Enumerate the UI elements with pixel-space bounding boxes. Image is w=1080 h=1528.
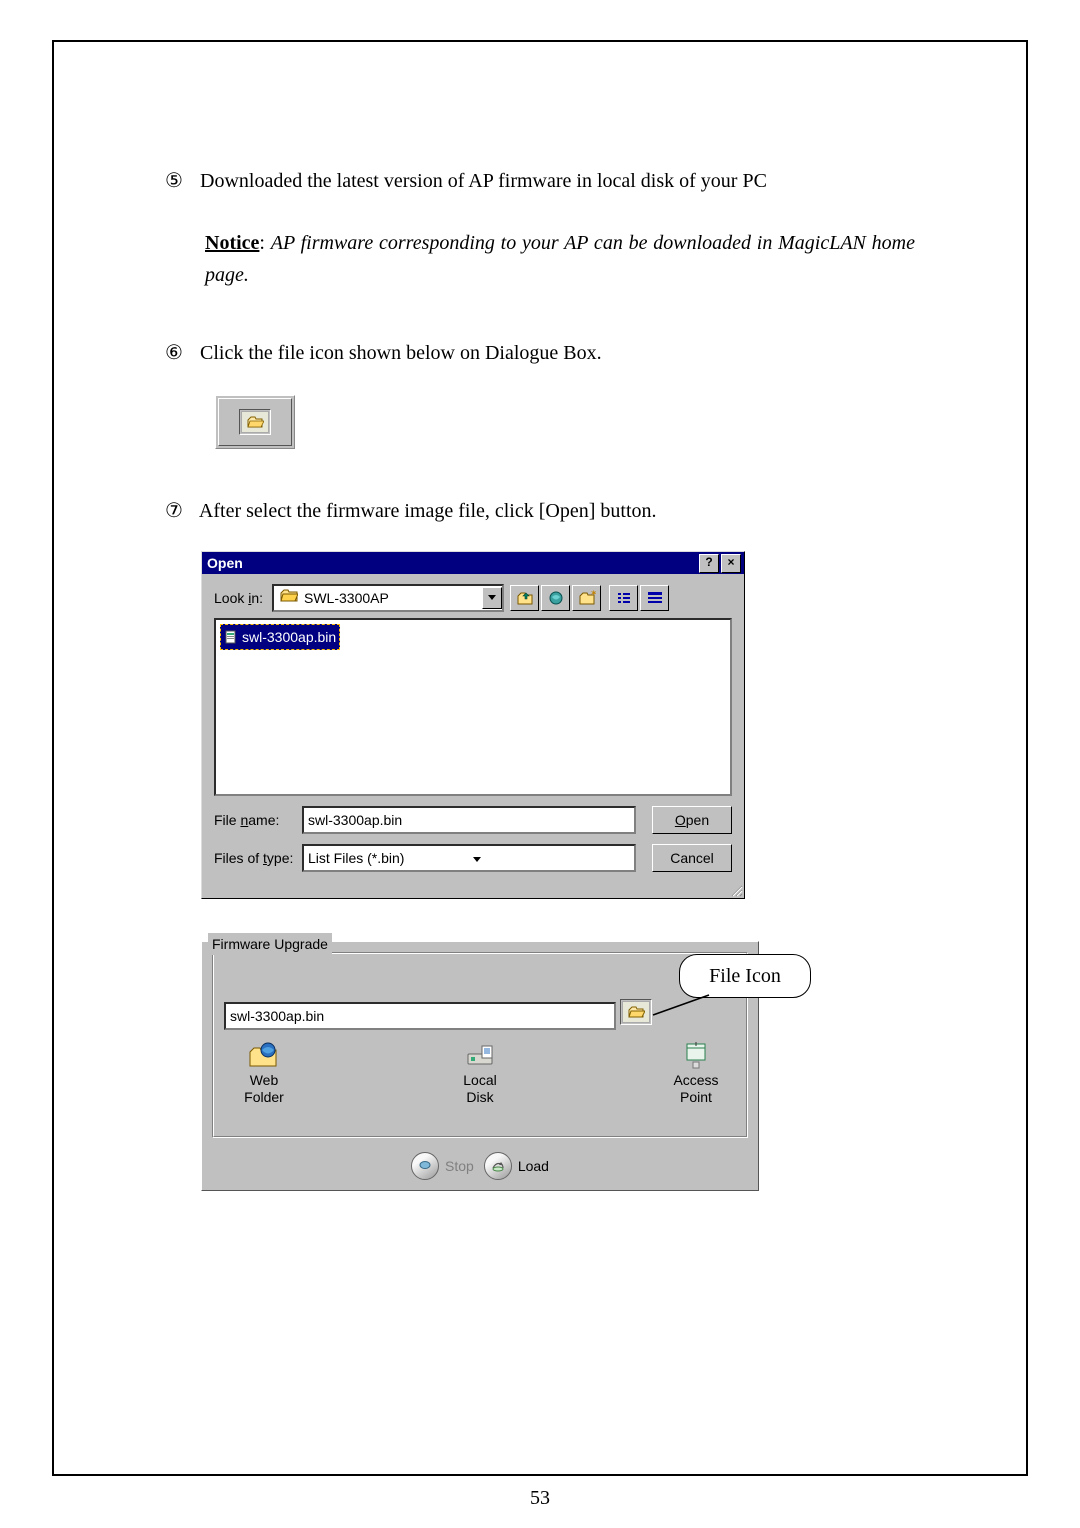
look-in-value: SWL-3300AP bbox=[304, 587, 482, 609]
new-folder-button[interactable]: ✶ bbox=[572, 585, 601, 611]
callout-file-icon: File Icon bbox=[679, 954, 811, 998]
dialog-titlebar: Open ? × bbox=[202, 552, 744, 574]
load-icon bbox=[491, 1160, 505, 1172]
up-one-level-button[interactable] bbox=[510, 585, 539, 611]
step5-text: Downloaded the latest version of AP firm… bbox=[200, 170, 767, 192]
resize-grip[interactable] bbox=[729, 883, 743, 897]
help-button[interactable]: ? bbox=[699, 554, 719, 573]
page-number: 53 bbox=[0, 1487, 1080, 1510]
step5-number: ⑤ bbox=[165, 165, 195, 197]
svg-text:✶: ✶ bbox=[590, 590, 596, 598]
desktop-button[interactable] bbox=[541, 585, 570, 611]
local-disk-target: LocalDisk bbox=[440, 1040, 520, 1106]
file-list[interactable]: swl-3300ap.bin bbox=[214, 618, 732, 796]
files-of-type-value: List Files (*.bin) bbox=[304, 847, 469, 869]
notice-text: AP firmware corresponding to your AP can… bbox=[205, 232, 915, 286]
dialog-title: Open bbox=[205, 552, 697, 574]
file-icon-button-demo bbox=[215, 395, 295, 449]
notice-colon: : bbox=[259, 232, 270, 254]
load-button[interactable] bbox=[484, 1152, 512, 1180]
file-item-selected[interactable]: swl-3300ap.bin bbox=[220, 624, 340, 650]
firmware-path-input[interactable]: swl-3300ap.bin bbox=[224, 1002, 616, 1030]
look-in-combo[interactable]: SWL-3300AP bbox=[272, 584, 504, 612]
step6-number: ⑥ bbox=[165, 337, 195, 369]
local-disk-icon bbox=[462, 1040, 498, 1070]
file-icon bbox=[224, 630, 238, 644]
file-item-label: swl-3300ap.bin bbox=[242, 626, 336, 648]
files-of-type-label: Files of type: bbox=[214, 847, 302, 869]
file-name-label: File name: bbox=[214, 809, 302, 831]
open-folder-icon bbox=[627, 1005, 645, 1019]
close-button[interactable]: × bbox=[721, 554, 741, 573]
group-title: Firmware Upgrade bbox=[208, 933, 332, 955]
open-folder-icon bbox=[246, 415, 264, 429]
open-file-dialog: Open ? × Look in: SWL-3300AP bbox=[201, 551, 745, 899]
access-point-target: AccessPoint bbox=[656, 1040, 736, 1106]
stop-icon bbox=[419, 1160, 431, 1172]
web-folder-target: WebFolder bbox=[224, 1040, 304, 1106]
firmware-upgrade-panel: Firmware Upgrade swl-3300ap.bin bbox=[201, 941, 759, 1191]
list-view-button[interactable] bbox=[609, 585, 638, 611]
file-name-input[interactable]: swl-3300ap.bin bbox=[302, 806, 636, 834]
web-folder-icon bbox=[246, 1040, 282, 1070]
callout-pointer bbox=[651, 993, 711, 1017]
details-view-button[interactable] bbox=[640, 585, 669, 611]
files-of-type-combo[interactable]: List Files (*.bin) bbox=[302, 844, 636, 872]
load-label: Load bbox=[518, 1155, 549, 1177]
access-point-icon bbox=[681, 1040, 711, 1070]
cancel-button[interactable]: Cancel bbox=[652, 844, 732, 872]
open-button[interactable]: Open bbox=[652, 806, 732, 834]
stop-button[interactable] bbox=[411, 1152, 439, 1180]
dropdown-arrow[interactable] bbox=[469, 847, 634, 869]
step7-text: After select the firmware image file, cl… bbox=[199, 500, 657, 522]
step6-text: Click the file icon shown below on Dialo… bbox=[200, 342, 602, 364]
stop-label: Stop bbox=[445, 1155, 474, 1177]
look-in-label: Look in: bbox=[214, 587, 272, 609]
step7-number: ⑦ bbox=[165, 495, 195, 527]
notice-label: Notice bbox=[205, 232, 259, 254]
file-icon-button[interactable] bbox=[620, 999, 652, 1025]
dropdown-arrow[interactable] bbox=[482, 587, 502, 609]
folder-icon bbox=[280, 587, 298, 609]
